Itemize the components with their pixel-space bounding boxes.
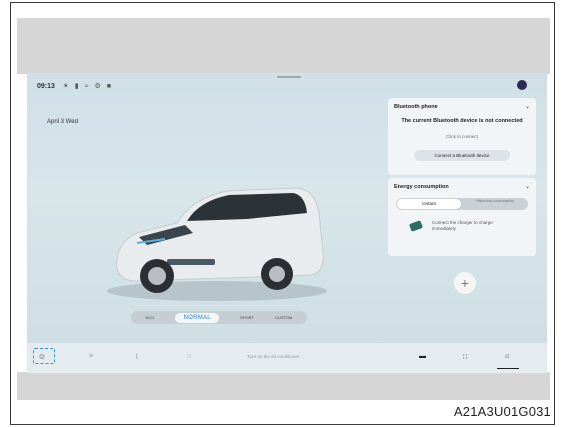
charging-plug-icon bbox=[408, 220, 424, 232]
mode-normal[interactable]: NORMAL bbox=[175, 312, 219, 323]
mode-custom[interactable]: CUSTOM bbox=[275, 315, 292, 320]
bluetooth-icon: ✶ bbox=[62, 83, 69, 90]
bottom-gray-band bbox=[17, 372, 550, 400]
bluetooth-card-title: Bluetooth phone bbox=[394, 104, 438, 110]
bluetooth-status-message: The current Bluetooth device is not conn… bbox=[401, 118, 523, 124]
add-card-button[interactable]: + bbox=[454, 272, 476, 294]
drive-mode-selector: ECO NORMAL SPORT CUSTOM bbox=[131, 311, 307, 324]
mode-eco[interactable]: ECO bbox=[146, 315, 155, 320]
fan-icon[interactable]: ❂ bbox=[39, 353, 45, 361]
signal-icon: ▮ bbox=[74, 83, 79, 90]
connect-bluetooth-button[interactable]: Connect a Bluetooth device bbox=[414, 150, 510, 161]
bluetooth-hint: Click to connect bbox=[446, 134, 478, 139]
car-image bbox=[107, 187, 327, 301]
settings-icon[interactable]: ⚙ bbox=[94, 82, 100, 90]
message-icon[interactable]: ■ bbox=[107, 83, 111, 90]
energy-tab-switch: Instant Historical consumption bbox=[396, 198, 528, 210]
bottom-dock: ❂ ≡ ⌇ ○ Turn on the air conditioner ▬ ∷ … bbox=[27, 343, 547, 373]
air-conditioner-toggle[interactable]: Turn on the air conditioner bbox=[247, 354, 299, 359]
wifi-icon: ≈ bbox=[84, 82, 89, 90]
steering-wheel-icon[interactable]: ○ bbox=[187, 353, 191, 360]
charger-message: Connect the charger to charge immediatel… bbox=[432, 220, 493, 231]
avatar[interactable] bbox=[517, 80, 527, 90]
mode-sport[interactable]: SPORT bbox=[240, 315, 254, 320]
pull-down-handle[interactable] bbox=[277, 76, 301, 78]
apps-icon[interactable]: ∷ bbox=[463, 353, 467, 361]
date-label: April 3 Wed bbox=[47, 119, 78, 125]
tab-instant[interactable]: Instant bbox=[397, 199, 461, 209]
car-icon[interactable]: ▬ bbox=[419, 353, 426, 360]
infotainment-screen: 09:13 ✶ ▮ ≈ ⚙ ■ April 3 Wed Bluetooth ph… bbox=[27, 73, 547, 373]
figure-code: A21A3U01G031 bbox=[453, 404, 551, 419]
chevron-down-icon[interactable]: ⌄ bbox=[525, 183, 530, 190]
chevron-down-icon[interactable]: ⌄ bbox=[525, 103, 530, 110]
seat-heat-icon[interactable]: ≡ bbox=[89, 353, 93, 360]
energy-card-title: Energy consumption bbox=[394, 184, 449, 190]
clock: 09:13 bbox=[37, 82, 55, 90]
bluetooth-phone-card[interactable]: Bluetooth phone ⌄ The current Bluetooth … bbox=[388, 98, 536, 175]
defrost-icon[interactable]: ⌇ bbox=[135, 353, 138, 361]
active-tab-indicator bbox=[497, 368, 519, 369]
top-gray-band bbox=[17, 18, 550, 74]
energy-consumption-card[interactable]: Energy consumption ⌄ Instant Historical … bbox=[388, 178, 536, 256]
tab-historical[interactable]: Historical consumption bbox=[463, 199, 527, 209]
home-icon[interactable]: ⌂ bbox=[505, 353, 509, 360]
